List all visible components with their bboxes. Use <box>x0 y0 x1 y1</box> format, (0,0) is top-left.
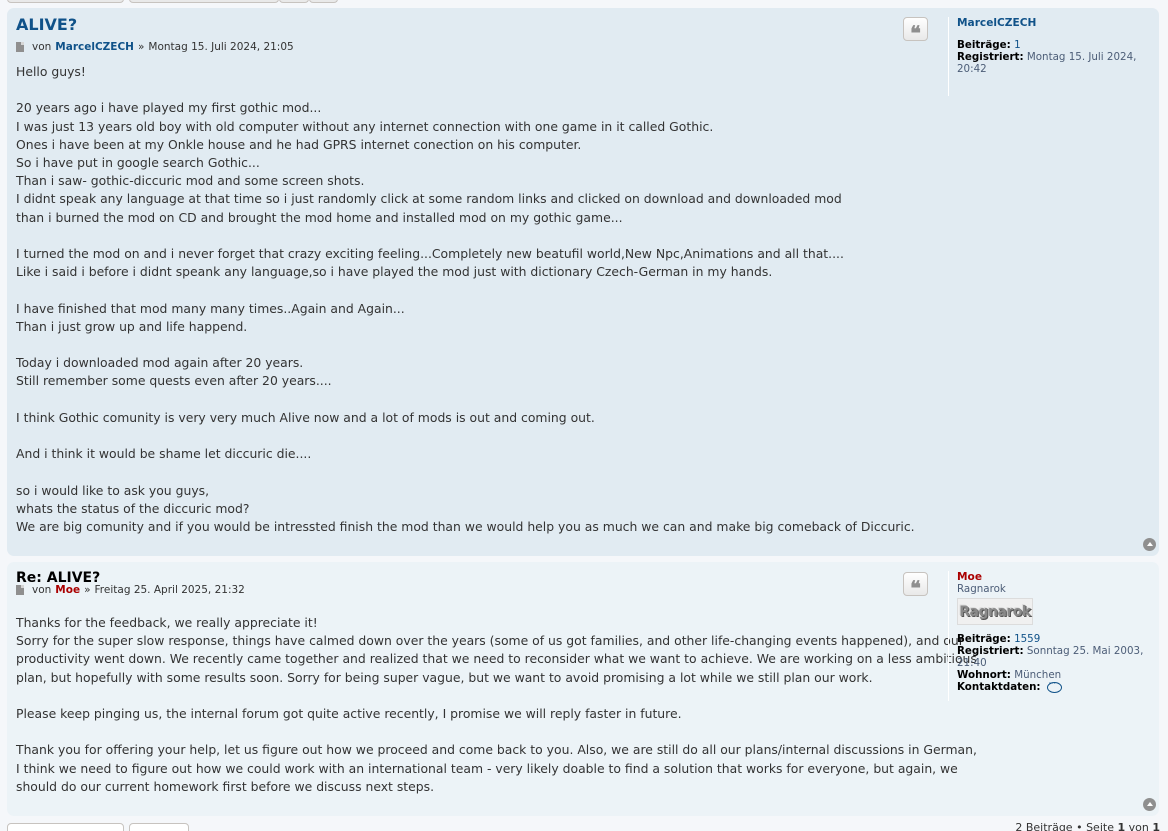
content-line: should do our current homework first bef… <box>16 778 435 794</box>
post-profile: MarcelCZECH Beiträge: 1 Registriert: Mon… <box>948 17 1151 96</box>
registered-label: Registriert: <box>957 645 1024 657</box>
content-line: I think Gothic comunity is very very muc… <box>16 409 595 425</box>
post-doc-icon[interactable] <box>16 585 24 595</box>
content-line: productivity went down. We recently came… <box>16 651 977 667</box>
profile-username[interactable]: MarcelCZECH <box>957 17 1151 29</box>
separator: » <box>84 584 91 596</box>
content-line <box>16 227 941 245</box>
location-label: Wohnort: <box>957 669 1011 681</box>
top-pagination-edge <box>0 0 1168 6</box>
profile-posts: Beiträge: 1559 <box>957 633 1151 645</box>
post-2: Re: ALIVE? ❝ von Moe » Freitag 25. April… <box>7 562 1159 816</box>
content-line: I think we need to figure out how we cou… <box>16 760 958 776</box>
page-info: 2 Beiträge • Seite 1 von 1 <box>1015 821 1160 831</box>
profile-registered: Registriert: Sonntag 25. Mai 2003, 21:40 <box>957 645 1151 669</box>
page-total: 1 <box>1152 821 1160 831</box>
content-line: Thanks for the feedback, we really appre… <box>16 615 318 630</box>
content-line <box>16 81 941 99</box>
profile-rank: Ragnarok <box>957 583 1006 595</box>
content-line: whats the status of the diccuric mod? <box>16 500 250 516</box>
post-date: Freitag 25. April 2025, 21:32 <box>94 584 245 596</box>
quote-icon: ❝ <box>910 21 921 45</box>
content-line <box>16 427 941 445</box>
content-line <box>16 391 941 409</box>
bottom-pagination: 2 Beiträge • Seite 1 von 1 <box>0 820 1168 831</box>
contact-icon[interactable] <box>1046 678 1062 693</box>
search-button-edge[interactable] <box>279 0 309 3</box>
post-1: ALIVE? ❝ von MarcelCZECH » Montag 15. Ju… <box>7 8 1159 556</box>
content-line: plan, but hopefully with some results so… <box>16 669 873 685</box>
content-line: than i burned the mod on CD and brought … <box>16 209 623 225</box>
content-line: Than i just grow up and life happend. <box>16 318 248 334</box>
bullet: • <box>1076 821 1083 831</box>
content-line <box>16 463 941 481</box>
post-content: Thanks for the feedback, we really appre… <box>16 614 977 796</box>
content-line: I didnt speak any language at that time … <box>16 191 842 207</box>
content-line: We are big comunity and if you would be … <box>16 518 915 534</box>
content-line: Hello guys! <box>16 64 86 79</box>
profile-registered: Registriert: Montag 15. Juli 2024, 20:42 <box>957 51 1151 75</box>
post-title[interactable]: ALIVE? <box>16 15 77 34</box>
page-label: Seite <box>1086 821 1114 831</box>
content-line: Today i downloaded mod again after 20 ye… <box>16 355 304 371</box>
content-line: I was just 13 years old boy with old com… <box>16 118 714 134</box>
content-line: Sorry for the super slow response, thing… <box>16 633 964 649</box>
content-line: 20 years ago i have played my first goth… <box>16 100 322 116</box>
content-line: Ones i have been at my Onkle house and h… <box>16 136 582 152</box>
content-line: Like i said i before i didnt speank any … <box>16 264 773 280</box>
content-line: Please keep pinging us, the internal for… <box>16 706 682 721</box>
profile-posts: Beiträge: 1 <box>957 39 1151 51</box>
by-label: von <box>32 584 52 596</box>
post-doc-icon[interactable] <box>16 42 24 52</box>
content-line <box>16 687 941 705</box>
profile-username[interactable]: Moe <box>957 571 1151 583</box>
of-label: von <box>1128 821 1149 831</box>
author-link[interactable]: Moe <box>55 584 80 596</box>
separator: » <box>137 41 145 53</box>
search-input-edge[interactable] <box>129 0 279 3</box>
registered-label: Registriert: <box>957 51 1024 63</box>
reply-button-edge[interactable] <box>7 0 124 3</box>
post-author-line: von Moe » Freitag 25. April 2025, 21:32 <box>16 584 245 596</box>
by-label: von <box>32 41 52 53</box>
contact-label: Kontaktdaten: <box>957 681 1041 693</box>
content-line: Still remember some quests even after 20… <box>16 373 332 389</box>
content-line: So i have put in google search Gothic... <box>16 155 260 170</box>
content-line: I turned the mod on and i never forget t… <box>16 246 844 261</box>
content-line <box>16 723 941 741</box>
tools-button-edge[interactable] <box>129 823 189 831</box>
posts-count-link[interactable]: 1 <box>1014 39 1021 51</box>
content-line: Than i saw- gothic-diccuric mod and some… <box>16 173 365 189</box>
quote-button[interactable]: ❝ <box>903 572 928 600</box>
content-line: I have finished that mod many many times… <box>16 300 405 316</box>
content-line: Thank you for offering your help, let us… <box>16 742 977 758</box>
settings-button-edge[interactable] <box>309 0 338 3</box>
post-author-line: von MarcelCZECH » Montag 15. Juli 2024, … <box>16 41 294 53</box>
posts-label: Beiträge: <box>957 39 1011 51</box>
post-count: 2 Beiträge <box>1015 821 1073 831</box>
profile-contact: Kontaktdaten: <box>957 678 1151 693</box>
content-line <box>16 281 941 299</box>
back-to-top-icon[interactable] <box>1143 798 1156 811</box>
posts-count-link[interactable]: 1559 <box>1014 633 1040 645</box>
quote-button[interactable]: ❝ <box>903 17 928 45</box>
back-to-top-icon[interactable] <box>1143 538 1156 551</box>
content-line: so i would like to ask you guys, <box>16 482 210 498</box>
content-line: And i think it would be shame let diccur… <box>16 446 312 462</box>
author-link[interactable]: MarcelCZECH <box>55 41 134 53</box>
post-date: Montag 15. Juli 2024, 21:05 <box>148 41 294 53</box>
reply-button-edge[interactable] <box>7 823 124 831</box>
rank-image: Ragnarok <box>957 598 1033 625</box>
content-line <box>16 336 941 354</box>
post-profile: Moe Ragnarok Ragnarok Beiträge: 1559 Reg… <box>948 571 1151 701</box>
page-current: 1 <box>1117 821 1126 831</box>
posts-label: Beiträge: <box>957 633 1011 645</box>
quote-icon: ❝ <box>910 576 921 600</box>
post-content: Hello guys! 20 years ago i have played my… <box>16 63 941 536</box>
